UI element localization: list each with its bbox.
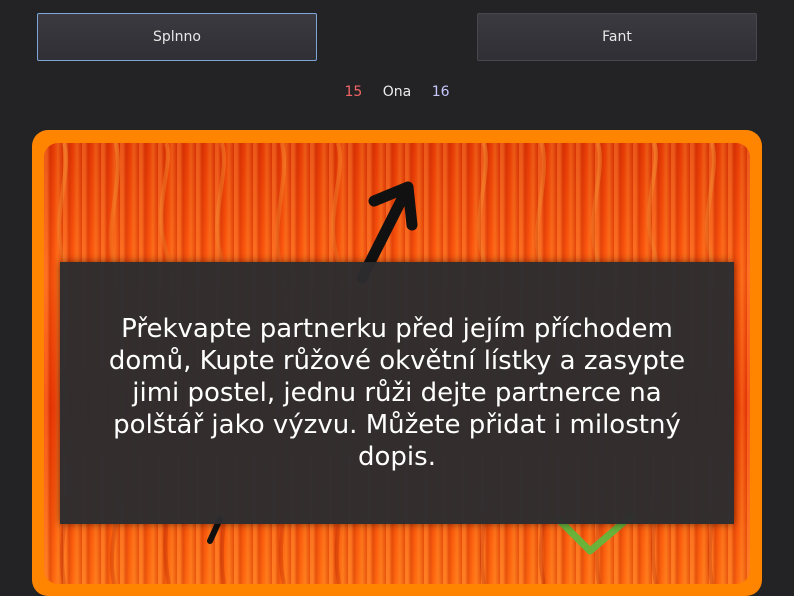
task-text: Překvapte partnerku před jejím příchodem…: [108, 314, 686, 472]
done-button[interactable]: Splnno: [37, 13, 317, 61]
task-description-panel: Překvapte partnerku před jejím příchodem…: [60, 262, 734, 524]
score-left: 15: [344, 84, 363, 100]
score-right: 16: [431, 84, 450, 100]
score-bar: 15 Ona 16: [0, 84, 794, 100]
current-player-name: Ona: [382, 84, 412, 100]
forfeit-button[interactable]: Fant: [477, 13, 757, 61]
